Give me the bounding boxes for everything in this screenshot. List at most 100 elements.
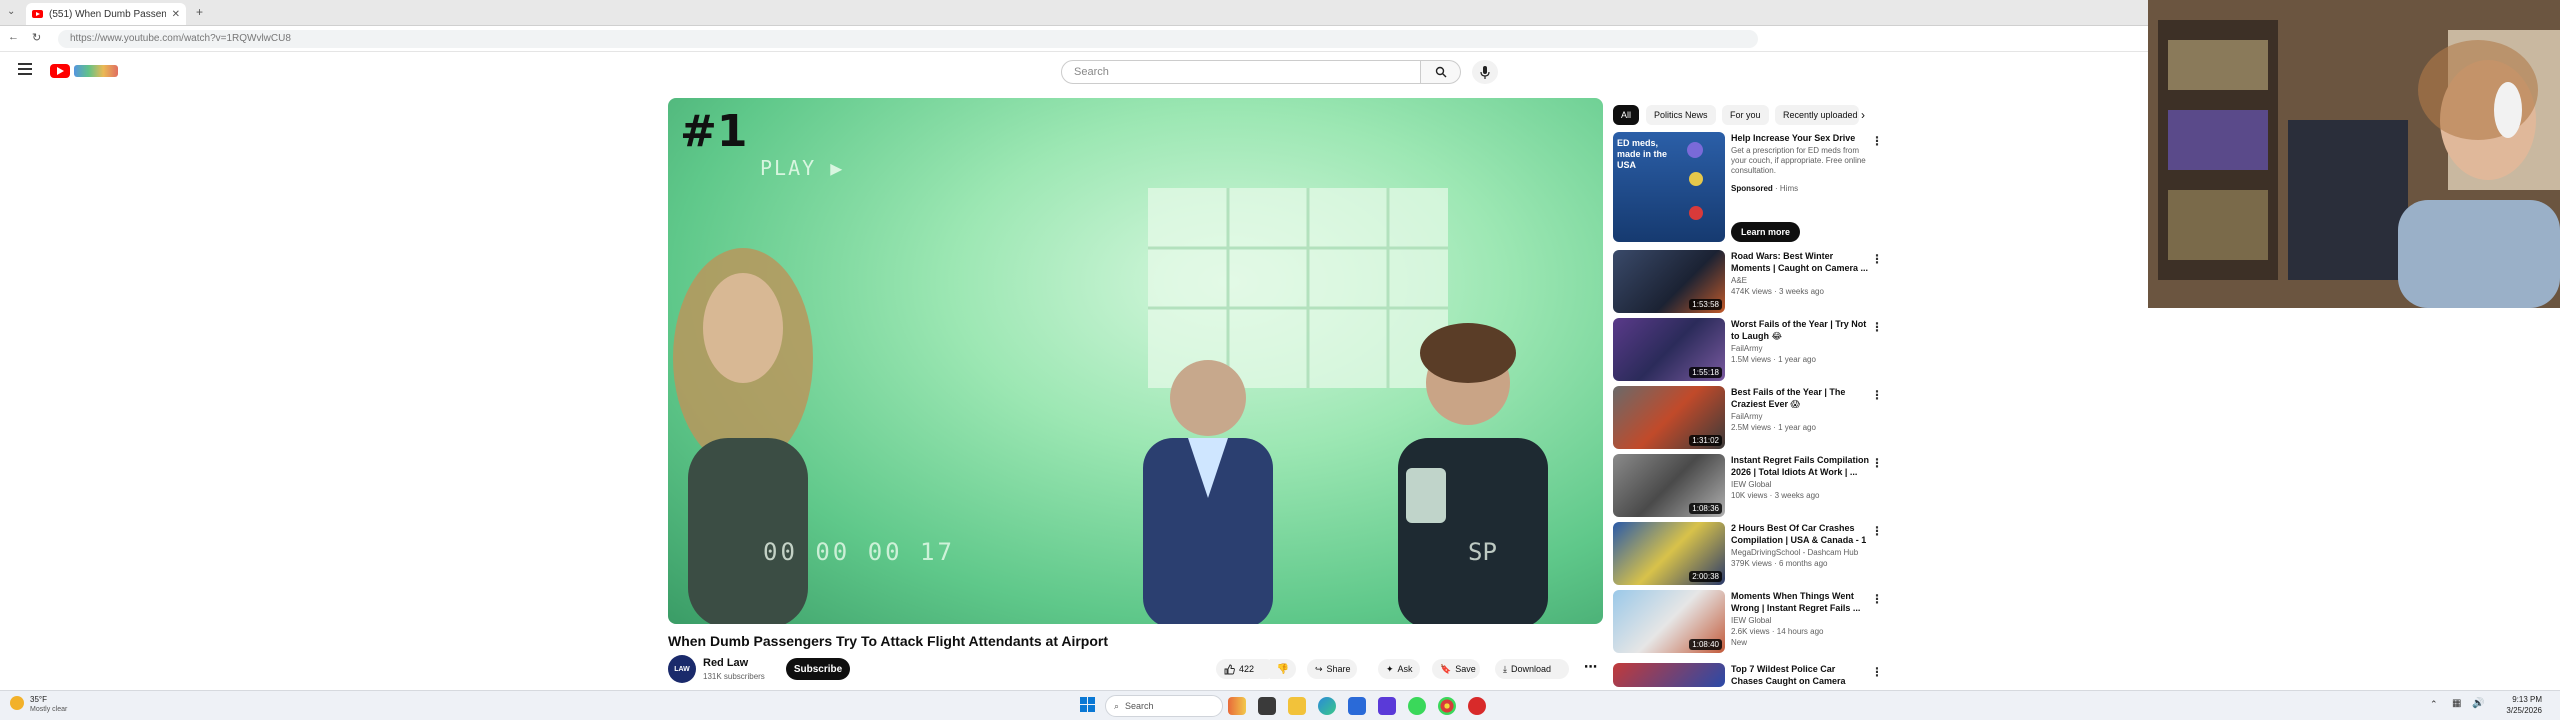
- rec-more-icon[interactable]: ⋮: [1871, 320, 1883, 334]
- download-button[interactable]: ⤓ Download: [1495, 659, 1569, 679]
- rec-title[interactable]: 2 Hours Best Of Car Crashes Compilation …: [1731, 522, 1869, 546]
- edge-icon[interactable]: [1318, 697, 1336, 715]
- duration-badge: 2:00:38: [1689, 571, 1722, 582]
- save-button[interactable]: 🔖 Save: [1432, 659, 1480, 679]
- windows-start-icon[interactable]: [1080, 697, 1096, 713]
- video-overlay-number: #1: [680, 106, 748, 157]
- tray-chevron-icon[interactable]: ⌃: [2430, 699, 2438, 710]
- spotify-icon[interactable]: [1408, 697, 1426, 715]
- duration-badge: 1:53:58: [1689, 299, 1722, 310]
- ad-description: Get a prescription for ED meds from your…: [1731, 146, 1866, 175]
- microphone-icon: [1480, 65, 1490, 79]
- chrome-icon[interactable]: [1438, 697, 1456, 715]
- dislike-button[interactable]: 👎: [1270, 659, 1296, 679]
- recommendation-item[interactable]: 1:08:36 Instant Regret Fails Compilation…: [1613, 454, 1883, 518]
- task-view-icon[interactable]: [1258, 697, 1276, 715]
- recommendation-item[interactable]: 1:53:58 Road Wars: Best Winter Moments |…: [1613, 250, 1883, 314]
- rec-channel[interactable]: MegaDrivingSchool - Dashcam Hub: [1731, 548, 1858, 557]
- rec-title[interactable]: Best Fails of the Year | The Craziest Ev…: [1731, 386, 1869, 410]
- video-thumbnail[interactable]: 1:08:36: [1613, 454, 1725, 517]
- chip-recently-uploaded[interactable]: Recently uploaded: [1775, 105, 1859, 125]
- chip-for-you[interactable]: For you: [1722, 105, 1769, 125]
- weather-icon[interactable]: [10, 696, 24, 710]
- rec-meta: 474K views · 3 weeks ago: [1731, 287, 1824, 296]
- store-icon[interactable]: [1348, 697, 1366, 715]
- channel-name[interactable]: Red Law: [703, 657, 748, 669]
- rec-title[interactable]: Worst Fails of the Year | Try Not to Lau…: [1731, 318, 1869, 342]
- doodle-logo-icon[interactable]: [74, 65, 118, 77]
- rec-channel[interactable]: FailArmy: [1731, 344, 1763, 353]
- voice-search-button[interactable]: [1472, 60, 1498, 84]
- ask-button[interactable]: ✦ Ask: [1378, 659, 1420, 679]
- rec-more-icon[interactable]: ⋮: [1871, 388, 1883, 402]
- close-tab-icon[interactable]: ✕: [172, 9, 180, 20]
- rec-title[interactable]: Road Wars: Best Winter Moments | Caught …: [1731, 250, 1869, 274]
- url-field[interactable]: https://www.youtube.com/watch?v=1RQWvlwC…: [58, 30, 1758, 48]
- url-text: https://www.youtube.com/watch?v=1RQWvlwC…: [70, 33, 291, 44]
- rec-more-icon[interactable]: ⋮: [1871, 665, 1878, 679]
- active-tab[interactable]: (551) When Dumb Passenger... ✕: [26, 3, 186, 25]
- rec-more-icon[interactable]: ⋮: [1871, 592, 1883, 606]
- like-button[interactable]: 422: [1216, 659, 1276, 679]
- rec-channel[interactable]: FailArmy: [1731, 412, 1763, 421]
- channel-avatar[interactable]: LAW: [668, 655, 696, 683]
- ad-title[interactable]: Help Increase Your Sex Drive: [1731, 132, 1869, 144]
- rec-meta: 379K views · 6 months ago: [1731, 559, 1828, 568]
- subscribe-button[interactable]: Subscribe: [786, 658, 850, 680]
- tab-list-icon[interactable]: ⌄: [7, 6, 15, 17]
- recommendation-item[interactable]: 1:31:02 Best Fails of the Year | The Cra…: [1613, 386, 1883, 450]
- taskbar-search[interactable]: ⌕ Search: [1105, 695, 1223, 717]
- share-button[interactable]: ↪ Share: [1307, 659, 1357, 679]
- back-icon[interactable]: ←: [8, 31, 19, 43]
- weather-temp[interactable]: 35°F: [30, 695, 47, 704]
- rec-channel[interactable]: A&E: [1731, 276, 1747, 285]
- rec-more-icon[interactable]: ⋮: [1871, 524, 1883, 538]
- chevron-right-icon[interactable]: ›: [1861, 108, 1865, 122]
- learn-more-button[interactable]: Learn more: [1731, 222, 1801, 242]
- menu-icon[interactable]: [18, 63, 32, 75]
- app-icon[interactable]: [1378, 697, 1396, 715]
- sponsored-ad-card[interactable]: ED meds, made in the USA Help Increase Y…: [1613, 132, 1883, 244]
- rec-channel[interactable]: IEW Global: [1731, 480, 1771, 489]
- ad-thumbnail[interactable]: ED meds, made in the USA: [1613, 132, 1725, 242]
- webcam-overlay: [2148, 0, 2560, 308]
- chip-politics-news[interactable]: Politics News: [1646, 105, 1716, 125]
- recommendation-item[interactable]: 2:00:38 2 Hours Best Of Car Crashes Comp…: [1613, 522, 1883, 586]
- duration-badge: 1:08:40: [1689, 639, 1722, 650]
- youtube-logo-icon[interactable]: [50, 64, 70, 78]
- rec-title[interactable]: Instant Regret Fails Compilation 2026 | …: [1731, 454, 1869, 478]
- rec-channel[interactable]: IEW Global: [1731, 616, 1771, 625]
- recommendation-item[interactable]: 1:08:40 Moments When Things Went Wrong |…: [1613, 590, 1883, 654]
- rec-more-icon[interactable]: ⋮: [1871, 252, 1883, 266]
- ad-more-icon[interactable]: ⋮: [1871, 134, 1883, 148]
- recommendation-item[interactable]: 1:55:18 Worst Fails of the Year | Try No…: [1613, 318, 1883, 382]
- chip-all[interactable]: All: [1613, 105, 1640, 125]
- duration-badge: 1:55:18: [1689, 367, 1722, 378]
- webcam-frame: [2148, 0, 2560, 308]
- video-thumbnail[interactable]: [1613, 663, 1725, 687]
- search-button[interactable]: [1421, 60, 1461, 84]
- new-tab-icon[interactable]: +: [196, 5, 203, 19]
- widgets-icon[interactable]: [1228, 697, 1246, 715]
- rec-more-icon[interactable]: ⋮: [1871, 456, 1883, 470]
- clock-date[interactable]: 3/25/2026: [2498, 706, 2542, 715]
- app-red-icon[interactable]: [1468, 697, 1486, 715]
- rec-meta: 1.5M views · 1 year ago: [1731, 355, 1816, 364]
- search-input[interactable]: Search: [1061, 60, 1421, 84]
- network-icon[interactable]: ▦: [2452, 698, 2461, 709]
- recommendation-item[interactable]: Top 7 Wildest Police Car Chases Caught o…: [1613, 663, 1878, 687]
- volume-icon[interactable]: 🔊: [2472, 698, 2484, 709]
- rec-title[interactable]: Moments When Things Went Wrong | Instant…: [1731, 590, 1869, 614]
- file-explorer-icon[interactable]: [1288, 697, 1306, 715]
- clock-time[interactable]: 9:13 PM: [2498, 695, 2542, 704]
- video-thumbnail[interactable]: 1:53:58: [1613, 250, 1725, 313]
- video-thumbnail[interactable]: 1:55:18: [1613, 318, 1725, 381]
- more-actions-icon[interactable]: ⋯: [1584, 659, 1597, 675]
- video-thumbnail[interactable]: 1:08:40: [1613, 590, 1725, 653]
- video-thumbnail[interactable]: 2:00:38: [1613, 522, 1725, 585]
- video-thumbnail[interactable]: 1:31:02: [1613, 386, 1725, 449]
- reload-icon[interactable]: ↻: [32, 31, 41, 44]
- new-badge: New: [1731, 638, 1748, 647]
- rec-title[interactable]: Top 7 Wildest Police Car Chases Caught o…: [1731, 663, 1869, 687]
- video-player[interactable]: #1 PLAY ▶ 00 00 00 17 SP: [668, 98, 1603, 624]
